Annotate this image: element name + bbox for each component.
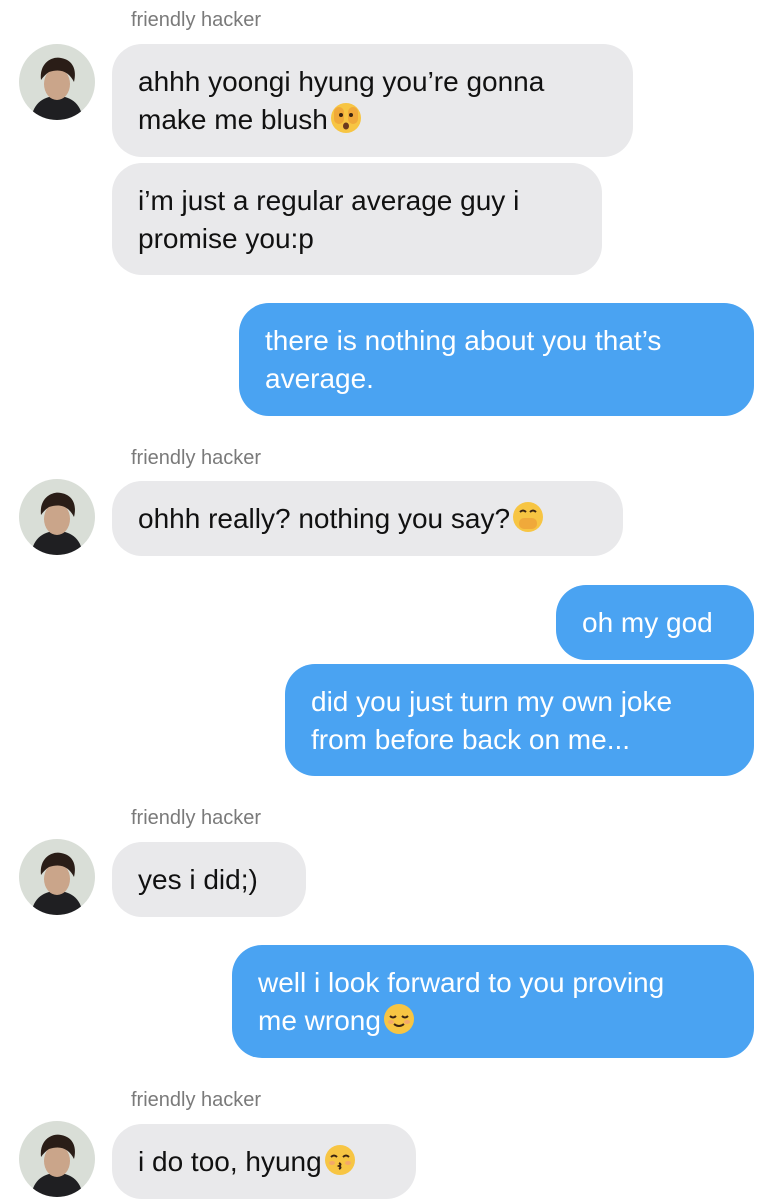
sender-name: friendly hacker (131, 807, 262, 829)
contact-avatar[interactable] (19, 1121, 95, 1197)
face-peeking-with-eyes-icon (329, 101, 363, 135)
sender-name: friendly hacker (131, 447, 262, 469)
message-bubble-incoming[interactable]: ohhh really? nothing you say? (112, 481, 623, 556)
message-line: me wrong (258, 1002, 728, 1040)
contact-avatar[interactable] (19, 479, 95, 555)
message-line: did you just turn my own joke (311, 686, 673, 717)
message-bubble-outgoing[interactable]: did you just turn my own joke from befor… (285, 664, 754, 776)
contact-avatar[interactable] (19, 839, 95, 915)
message-line: from before back on me... (311, 724, 631, 755)
message-bubble-outgoing[interactable]: there is nothing about you that’s averag… (239, 303, 754, 416)
message-line: i’m just a regular average guy i (138, 185, 520, 216)
message-bubble-outgoing[interactable]: oh my god (556, 585, 754, 660)
message-bubble-incoming[interactable]: i’m just a regular average guy i promise… (112, 163, 602, 275)
kissing-face-with-smiling-eyes-icon (323, 1143, 357, 1177)
message-line: oh my god (582, 607, 713, 638)
relieved-face-icon (382, 1002, 416, 1036)
message-line: ohhh really? nothing you say? (138, 500, 597, 538)
message-line: make me blush (138, 101, 607, 139)
message-line: well i look forward to you proving (258, 967, 665, 998)
message-line: i do too, hyung (138, 1143, 390, 1181)
message-bubble-incoming[interactable]: yes i did;) (112, 842, 306, 917)
face-with-hand-over-mouth-icon (511, 500, 545, 534)
message-line: yes i did;) (138, 864, 258, 895)
message-line: average. (265, 363, 374, 394)
message-bubble-incoming[interactable]: i do too, hyung (112, 1124, 416, 1199)
message-bubble-outgoing[interactable]: well i look forward to you proving me wr… (232, 945, 754, 1058)
message-line: there is nothing about you that’s (265, 325, 662, 356)
message-bubble-incoming[interactable]: ahhh yoongi hyung you’re gonna make me b… (112, 44, 633, 157)
sender-name: friendly hacker (131, 1089, 262, 1111)
contact-avatar[interactable] (19, 44, 95, 120)
sender-name: friendly hacker (131, 9, 262, 31)
message-line: promise you:p (138, 223, 314, 254)
message-line: ahhh yoongi hyung you’re gonna (138, 66, 545, 97)
